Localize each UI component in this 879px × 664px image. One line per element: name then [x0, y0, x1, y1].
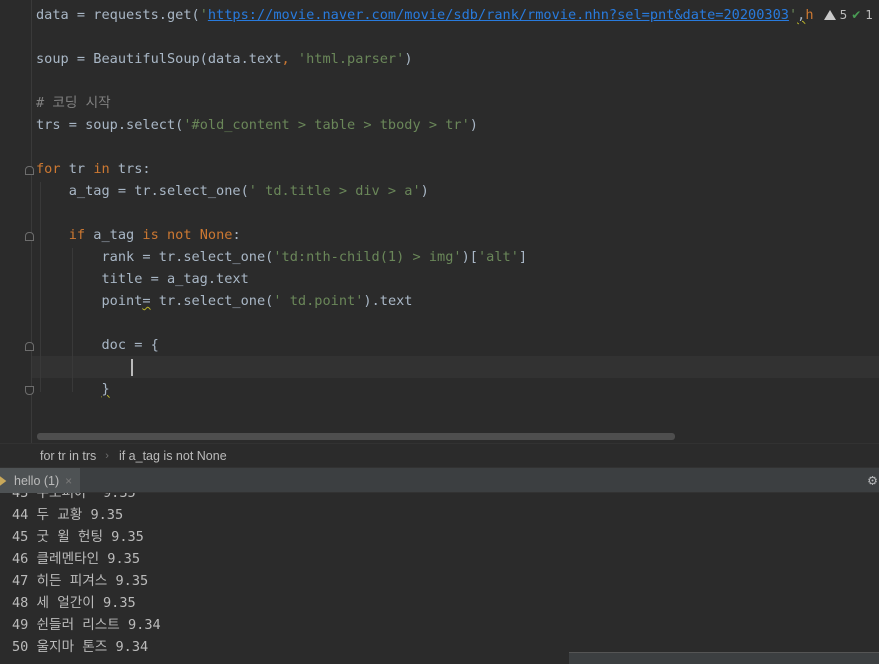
run-tab[interactable]: hello (1) × [0, 468, 81, 493]
code-line-5: # 코딩 시작 [36, 95, 111, 111]
fold-marker[interactable] [25, 342, 34, 351]
code-line-6: trs = soup.select('#old_content > table … [36, 117, 478, 133]
run-config-icon [0, 475, 7, 486]
code-line-16: doc = { [36, 337, 159, 353]
code-line-9: a_tag = tr.select_one(' td.title > div >… [36, 183, 429, 199]
console-line: 48 세 얼간이 9.35 [12, 595, 136, 611]
console-output[interactable]: 43 쿠오퍼아 9.35 44 두 교황 9.35 45 굿 윌 헌팅 9.35… [0, 493, 879, 664]
fold-marker[interactable] [25, 166, 34, 175]
fold-marker[interactable] [25, 386, 34, 395]
console-line: 46 클레멘타인 9.35 [12, 551, 141, 567]
code-line-14: point= tr.select_one(' td.point').text [36, 293, 413, 309]
horizontal-scrollbar[interactable] [37, 433, 675, 440]
console-line: 49 쉰들러 리스트 9.34 [12, 617, 161, 633]
run-panel-header: hello (1) × ⚙ [0, 467, 879, 493]
current-line-highlight [32, 356, 879, 378]
check-icon: ✔ [851, 8, 862, 22]
chevron-right-icon: › [105, 449, 109, 462]
ok-count: 1 [865, 8, 873, 22]
code-line-3: soup = BeautifulSoup(data.text, 'html.pa… [36, 51, 413, 67]
code-line-11: if a_tag is not None: [68, 227, 241, 243]
breadcrumb: for tr in trs › if a_tag is not None [0, 443, 879, 467]
breadcrumb-item[interactable]: for tr in trs [40, 449, 96, 463]
close-icon[interactable]: × [65, 474, 72, 488]
run-tab-label: hello (1) [14, 473, 60, 488]
fold-marker[interactable] [25, 232, 34, 241]
code-line-13: title = a_tag.text [36, 271, 249, 287]
warning-icon [823, 10, 836, 20]
popup-edge [569, 652, 879, 664]
console-line: 47 히든 피겨스 9.35 [12, 573, 149, 589]
url-link[interactable]: https://movie.naver.com/movie/sdb/rank/r… [208, 7, 789, 23]
console-line: 50 울지마 톤즈 9.34 [12, 639, 149, 655]
code-line-12: rank = tr.select_one('td:nth-child(1) > … [36, 249, 528, 265]
code-line-8: for tr in trs: [36, 161, 151, 177]
code-line-18: } [101, 381, 110, 397]
console-line: 45 굿 윌 헌팅 9.35 [12, 529, 144, 545]
console-line: 44 두 교황 9.35 [12, 507, 124, 523]
code-editor[interactable]: data = requests.get('https://movie.naver… [0, 0, 879, 443]
console-line: 43 쿠오퍼아 9.35 [12, 493, 136, 501]
code-line-1: data = requests.get('https://movie.naver… [36, 7, 822, 23]
warning-count: 5 [839, 8, 848, 22]
gear-icon[interactable]: ⚙ [868, 471, 877, 489]
inspection-widget[interactable]: 5 ✔ 1 [813, 4, 879, 26]
breadcrumb-item[interactable]: if a_tag is not None [119, 449, 227, 463]
text-caret [131, 359, 133, 376]
